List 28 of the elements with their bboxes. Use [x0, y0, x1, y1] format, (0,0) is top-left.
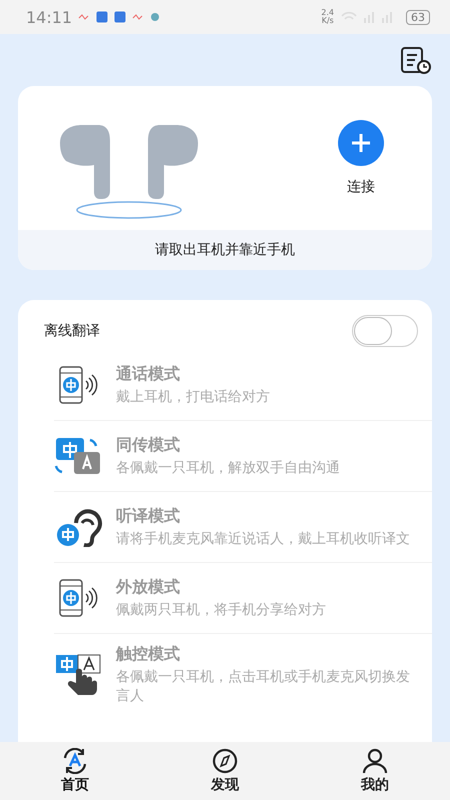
mode-item[interactable]: 触控模式 各佩戴一只耳机，点击耳机或手机麦克风切换发言人: [54, 634, 432, 716]
offline-toggle[interactable]: [352, 315, 418, 347]
mode-description: 佩戴两只耳机，将手机分享给对方: [116, 600, 326, 620]
mode-item[interactable]: 听译模式 请将手机麦克风靠近说话人，戴上耳机收听译文: [54, 492, 432, 563]
offline-label: 离线翻译: [44, 322, 100, 340]
nav-tab[interactable]: 我的: [320, 742, 430, 800]
nav-tab[interactable]: 首页: [20, 742, 130, 800]
mode-item[interactable]: 通话模式 戴上耳机，打电话给对方: [54, 350, 432, 421]
mode-description: 请将手机麦克风靠近说话人，戴上耳机收听译文: [116, 530, 410, 548]
hint-text: 请取出耳机并靠近手机: [18, 230, 432, 270]
connect-label: 连接: [347, 178, 375, 196]
mode-title: 同传模式: [116, 434, 181, 456]
nav-tab[interactable]: 发现: [170, 742, 280, 800]
mode-description: 各佩戴一只耳机，点击耳机或手机麦克风切换发言人: [116, 668, 411, 706]
mode-title: 通话模式: [116, 364, 181, 384]
add-icon[interactable]: [338, 120, 384, 166]
mode-title: 外放模式: [116, 576, 181, 598]
mode-item[interactable]: 外放模式 佩戴两只耳机，将手机分享给对方: [54, 563, 432, 634]
status-time: 14:11: [26, 8, 72, 26]
network-speed: 2.4 K/s: [321, 9, 334, 25]
mode-description: 各佩戴一只耳机，解放双手自由沟通: [116, 458, 340, 478]
compass-icon: [210, 748, 240, 774]
mode-description: 戴上耳机，打电话给对方: [116, 388, 270, 406]
mode-title: 触控模式: [116, 644, 181, 665]
battery-level: 63: [406, 10, 430, 24]
mode-item[interactable]: 同传模式 各佩戴一只耳机，解放双手自由沟通: [54, 421, 432, 492]
mode-title: 听译模式: [116, 506, 181, 526]
person-icon: [360, 748, 390, 774]
